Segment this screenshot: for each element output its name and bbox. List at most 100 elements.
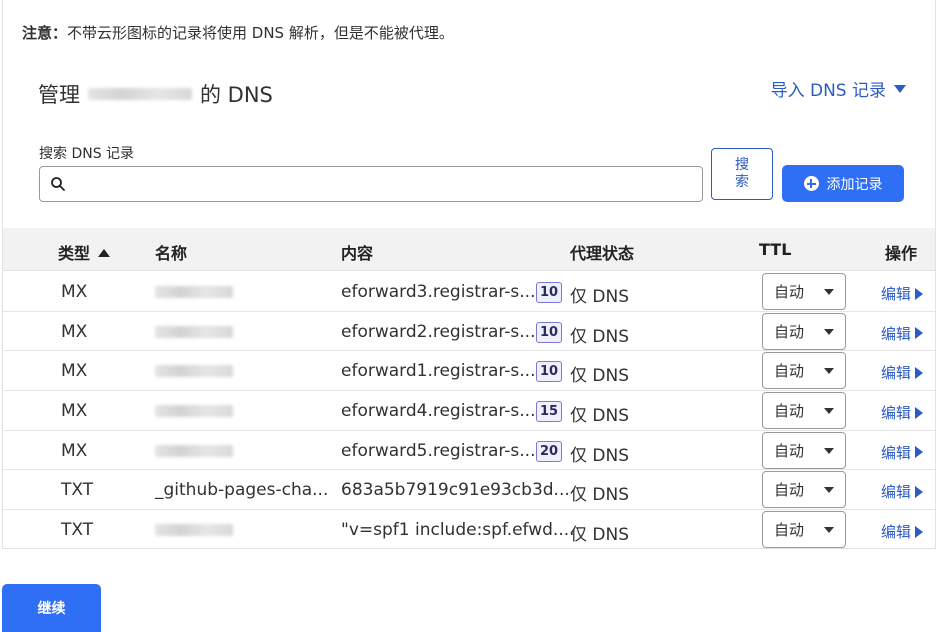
ttl-select[interactable]: 自动 bbox=[762, 273, 846, 310]
table-row: MX eforward2.registrar-s... 10 仅 DNS 自动 编辑 bbox=[3, 312, 935, 352]
title-prefix: 管理 bbox=[38, 83, 80, 107]
caret-right-icon bbox=[915, 327, 924, 340]
import-label: 导入 DNS 记录 bbox=[770, 81, 886, 101]
title-suffix: 的 DNS bbox=[200, 83, 273, 107]
add-record-label: 添加记录 bbox=[826, 176, 883, 193]
edit-record-link[interactable]: 编辑 bbox=[881, 402, 924, 423]
record-name bbox=[155, 361, 233, 382]
redacted-name bbox=[155, 444, 233, 457]
edit-record-link[interactable]: 编辑 bbox=[881, 283, 924, 304]
redacted-domain bbox=[88, 88, 192, 100]
page-title: 管理 的 DNS bbox=[38, 79, 273, 109]
column-proxy-status: 代理状态 bbox=[570, 244, 635, 263]
proxy-status: 仅 DNS bbox=[570, 366, 630, 387]
record-type: TXT bbox=[61, 480, 94, 501]
table-row: TXT _github-pages-cha... 683a5b7919c91e93c… bbox=[3, 470, 935, 511]
edit-record-link[interactable]: 编辑 bbox=[881, 442, 924, 463]
ttl-value: 自动 bbox=[774, 402, 805, 421]
ttl-select[interactable]: 自动 bbox=[762, 392, 846, 430]
table-header: 类型 名称 内容 代理状态 TTL 操作 bbox=[3, 228, 935, 271]
record-name bbox=[155, 441, 233, 462]
ttl-value: 自动 bbox=[774, 481, 805, 500]
column-name: 名称 bbox=[155, 244, 188, 263]
record-name bbox=[155, 282, 233, 303]
record-type: MX bbox=[61, 282, 88, 302]
sort-ascending-icon bbox=[98, 249, 111, 257]
column-type-label: 类型 bbox=[58, 244, 91, 263]
record-name: _github-pages-cha... bbox=[155, 480, 329, 501]
table-row: MX eforward1.registrar-s... 10 仅 DNS 自动 编辑 bbox=[3, 351, 935, 392]
redacted-name bbox=[155, 286, 233, 298]
chevron-down-icon bbox=[824, 368, 834, 375]
ttl-select[interactable]: 自动 bbox=[762, 352, 846, 390]
dns-records-table: MX eforward3.registrar-s... 10 仅 DNS 自动 编辑 MX e… bbox=[3, 272, 935, 550]
priority-badge: 10 bbox=[536, 282, 563, 303]
ttl-select[interactable]: 自动 bbox=[762, 312, 846, 350]
edit-label: 编辑 bbox=[881, 483, 912, 502]
redacted-name bbox=[155, 405, 233, 418]
search-input[interactable] bbox=[72, 169, 702, 199]
caret-down-icon bbox=[894, 84, 906, 93]
ttl-value: 自动 bbox=[774, 283, 805, 301]
column-content: 内容 bbox=[341, 244, 374, 263]
ttl-select[interactable]: 自动 bbox=[762, 511, 846, 549]
edit-label: 编辑 bbox=[881, 324, 912, 343]
redacted-name bbox=[155, 325, 233, 338]
record-content: eforward2.registrar-s... bbox=[341, 321, 536, 342]
record-name bbox=[155, 322, 233, 343]
search-button[interactable]: 搜索 bbox=[711, 148, 773, 200]
table-row: MX eforward5.registrar-s... 20 仅 DNS 自动 编辑 bbox=[3, 431, 935, 471]
record-name bbox=[155, 520, 233, 541]
chevron-down-icon bbox=[824, 527, 834, 534]
record-type: MX bbox=[61, 361, 88, 382]
record-content: eforward3.registrar-s... bbox=[341, 282, 536, 302]
search-icon bbox=[51, 177, 65, 191]
ttl-value: 自动 bbox=[774, 322, 805, 341]
record-content: eforward1.registrar-s... bbox=[341, 361, 536, 382]
priority-badge: 10 bbox=[536, 321, 563, 343]
edit-record-link[interactable]: 编辑 bbox=[881, 323, 924, 344]
edit-record-link[interactable]: 编辑 bbox=[881, 362, 924, 383]
search-field[interactable] bbox=[39, 166, 703, 202]
record-content: eforward4.registrar-s... bbox=[341, 401, 536, 422]
proxy-status: 仅 DNS bbox=[570, 287, 630, 307]
priority-badge: 15 bbox=[536, 401, 563, 423]
priority-badge: 10 bbox=[536, 361, 563, 383]
edit-record-link[interactable]: 编辑 bbox=[881, 481, 924, 502]
edit-label: 编辑 bbox=[881, 364, 912, 383]
add-record-button[interactable]: 添加记录 bbox=[782, 165, 904, 202]
column-type[interactable]: 类型 bbox=[58, 240, 111, 264]
record-type: TXT bbox=[61, 520, 94, 541]
proxy-status: 仅 DNS bbox=[570, 326, 630, 347]
caret-right-icon bbox=[915, 525, 924, 538]
edit-label: 编辑 bbox=[881, 404, 912, 423]
import-dns-records-link[interactable]: 导入 DNS 记录 bbox=[771, 76, 906, 101]
proxy-status: 仅 DNS bbox=[570, 445, 630, 466]
ttl-value: 自动 bbox=[774, 362, 805, 381]
ttl-select[interactable]: 自动 bbox=[762, 471, 846, 509]
chevron-down-icon bbox=[824, 447, 834, 454]
proxy-status: 仅 DNS bbox=[570, 485, 630, 506]
ttl-value: 自动 bbox=[774, 441, 805, 460]
chevron-down-icon bbox=[824, 487, 834, 494]
chevron-down-icon bbox=[824, 289, 834, 295]
column-actions: 操作 bbox=[885, 244, 918, 263]
ttl-value: 自动 bbox=[774, 521, 805, 540]
ttl-select[interactable]: 自动 bbox=[762, 431, 846, 469]
edit-label: 编辑 bbox=[881, 523, 912, 542]
record-content: 683a5b7919c91e93cb3d... bbox=[341, 480, 570, 501]
edit-label: 编辑 bbox=[881, 285, 912, 303]
table-row: MX eforward3.registrar-s... 10 仅 DNS 自动 编辑 bbox=[3, 272, 935, 312]
caret-right-icon bbox=[915, 287, 924, 300]
table-row: MX eforward4.registrar-s... 15 仅 DNS 自动 编辑 bbox=[3, 391, 935, 431]
continue-button[interactable]: 继续 bbox=[2, 584, 101, 632]
caret-right-icon bbox=[915, 485, 924, 498]
proxy-status: 仅 DNS bbox=[570, 406, 630, 427]
edit-record-link[interactable]: 编辑 bbox=[881, 521, 924, 542]
proxy-status: 仅 DNS bbox=[570, 525, 630, 546]
add-circle-icon bbox=[803, 176, 819, 191]
record-name bbox=[155, 401, 233, 422]
caret-right-icon bbox=[915, 446, 924, 459]
table-row: TXT "v=spf1 include:spf.efwd.... 仅 DNS 自动 编辑 bbox=[3, 510, 935, 550]
dns-card: 注意：不带云形图标的记录将使用 DNS 解析，但是不能被代理。 管理 的 DNS… bbox=[2, 0, 936, 549]
